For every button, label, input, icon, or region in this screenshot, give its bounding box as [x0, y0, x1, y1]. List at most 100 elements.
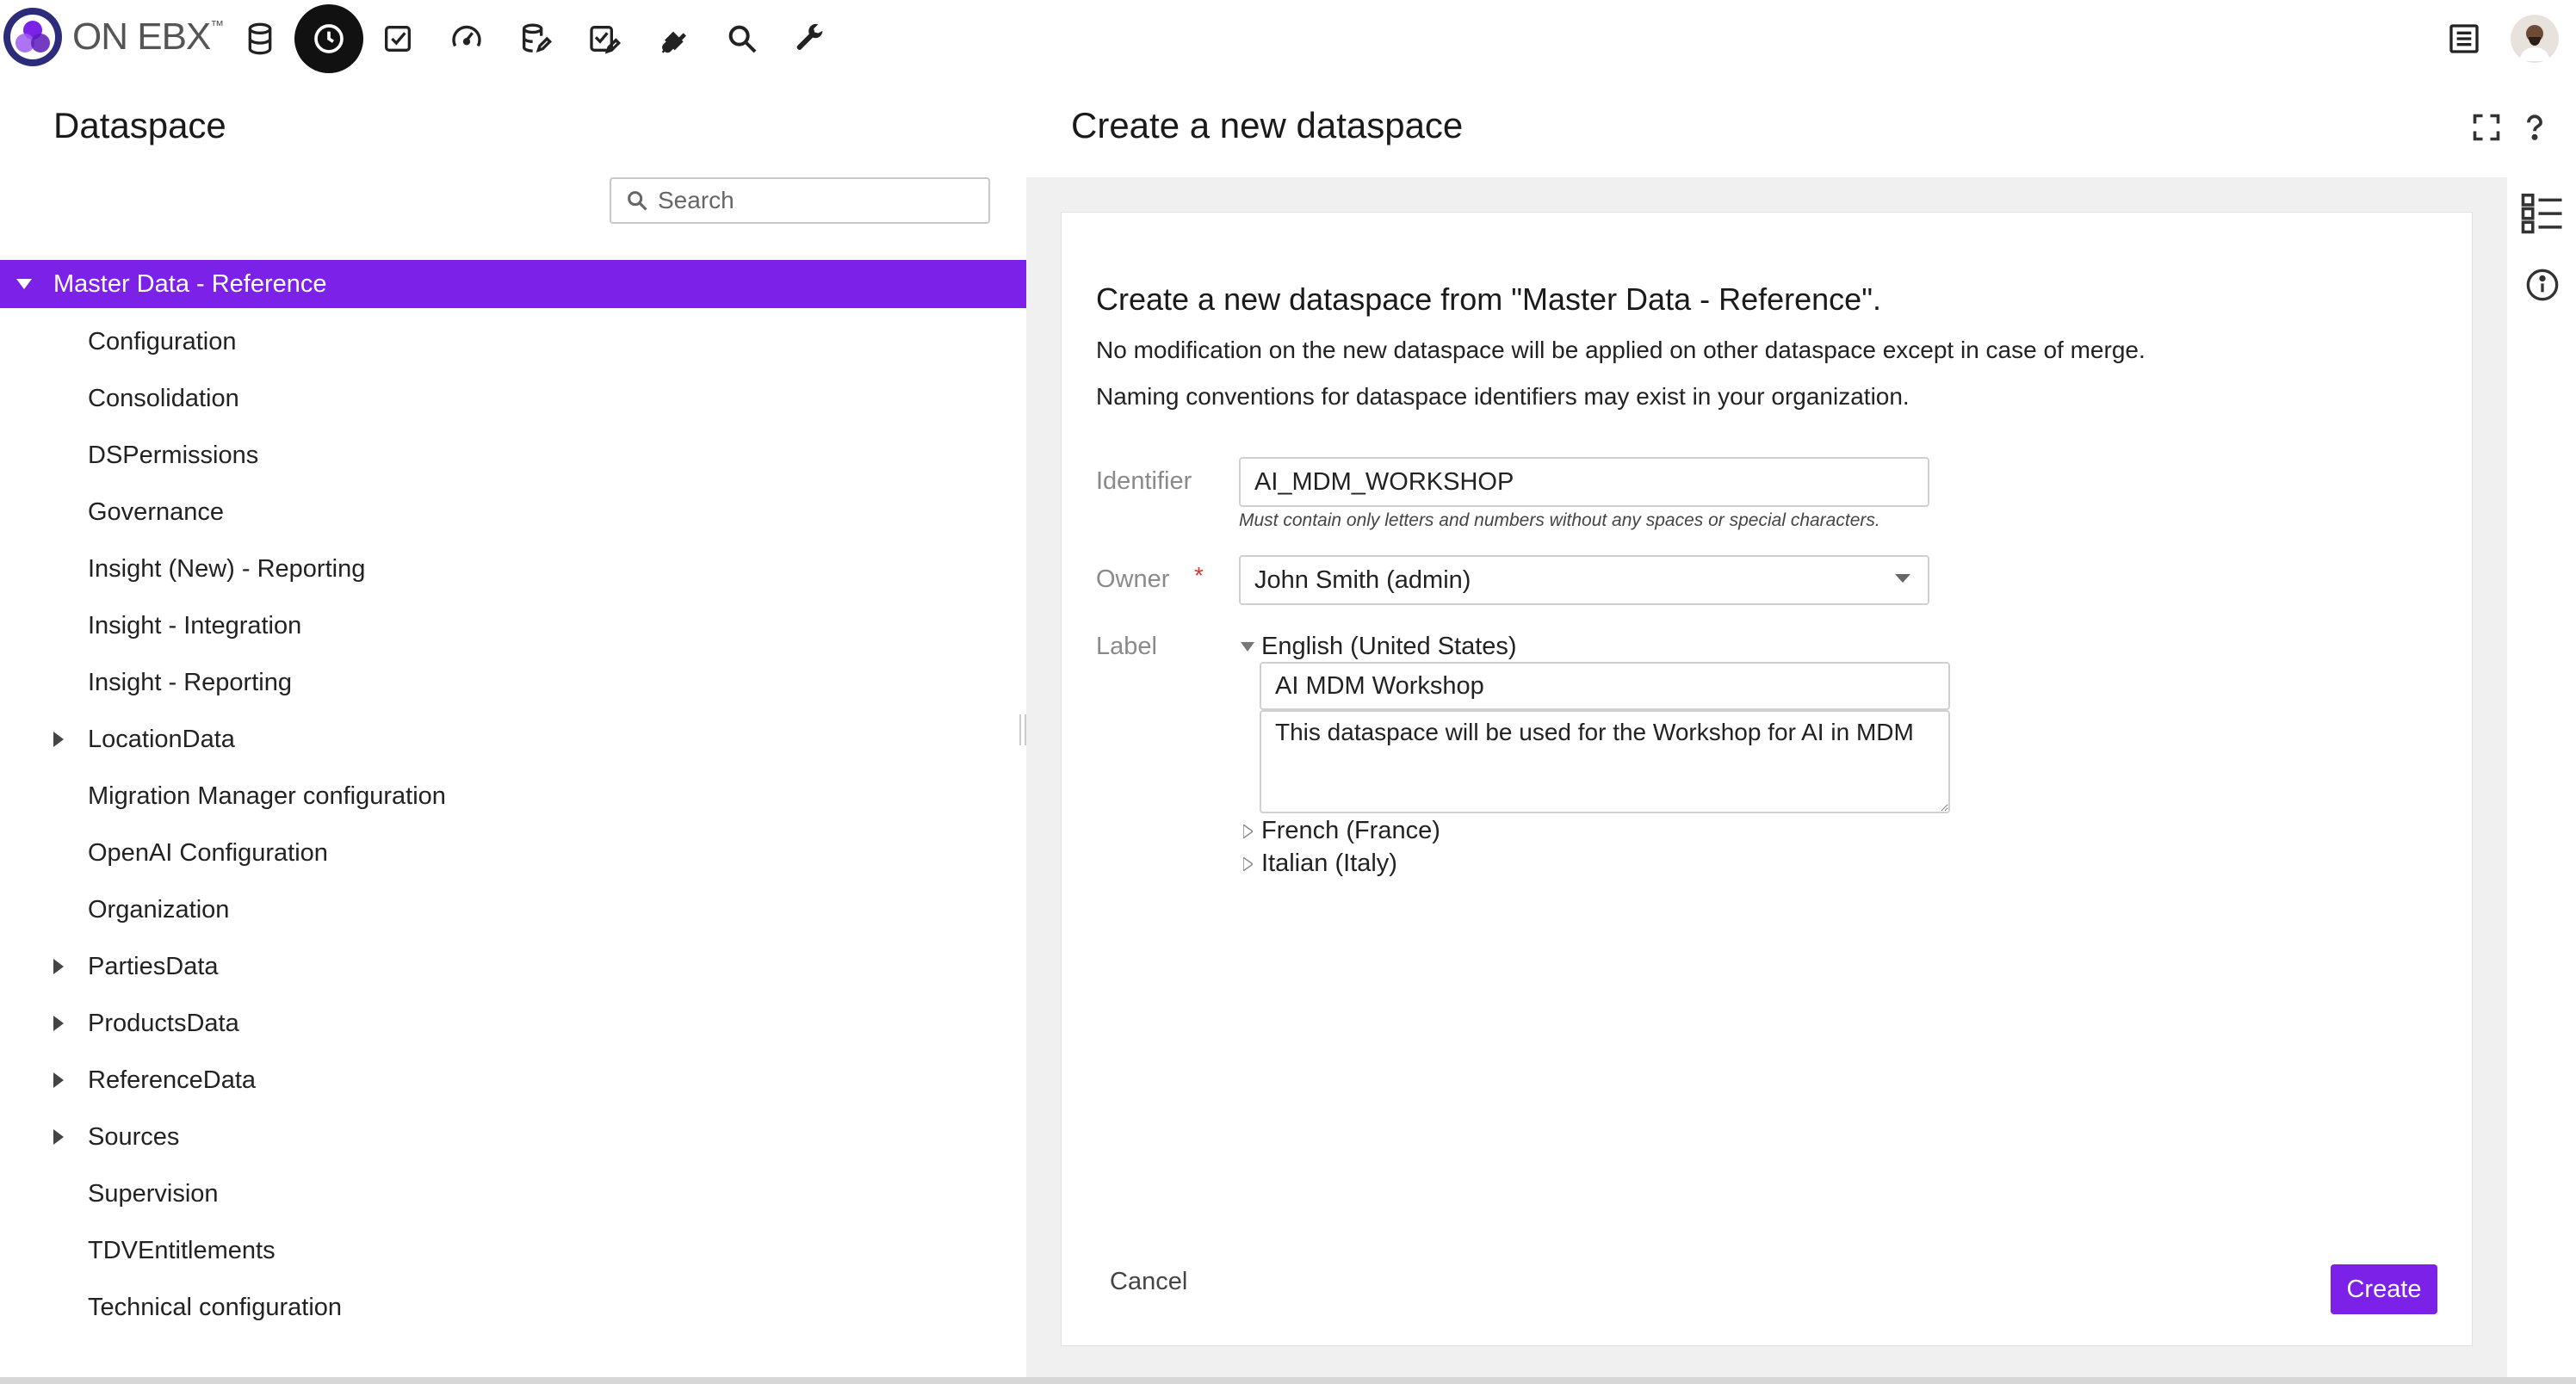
search-nav-button[interactable] [708, 4, 777, 73]
dataspace-panel-title: Dataspace [53, 105, 226, 145]
tree-item-label: Organization [88, 895, 230, 924]
checkbox-icon [385, 26, 411, 52]
tree-item-label: Technical configuration [88, 1293, 343, 1321]
pane-splitter-handle[interactable] [1019, 714, 1026, 745]
tree-item-label: Insight (New) - Reporting [88, 554, 366, 583]
create-button[interactable]: Create [2331, 1264, 2437, 1314]
tree-item-label: PartiesData [88, 952, 219, 980]
gauge-icon [452, 25, 481, 47]
tree-item-label: Insight - Integration [88, 611, 302, 639]
tree-item[interactable]: Migration Manager configuration [0, 768, 1026, 825]
owner-label: Owner [1096, 565, 1170, 593]
language-label: Italian (Italy) [1261, 850, 1397, 877]
tree-item-master-data-reference[interactable]: Master Data - Reference [0, 260, 1026, 308]
tree-item-label: Migration Manager configuration [88, 782, 446, 810]
main-nav [226, 0, 845, 77]
info-icon [2526, 269, 2559, 301]
tree-item-label: Governance [88, 497, 224, 526]
tree-item[interactable]: DSPermissions [0, 427, 1026, 484]
outline-list-icon [2521, 193, 2562, 234]
expand-triangle-icon[interactable] [48, 1070, 69, 1091]
tree-item[interactable]: PartiesData [0, 938, 1026, 995]
tree-item[interactable]: Organization [0, 881, 1026, 938]
search-icon [628, 191, 647, 211]
user-avatar-icon [2511, 15, 2559, 63]
dataspace-tree: Master Data - Reference Configuration Co… [0, 260, 1026, 1336]
tree-item-label: Configuration [88, 327, 237, 355]
language-label: English (United States) [1261, 633, 1517, 660]
fullscreen-button[interactable] [2469, 110, 2504, 145]
data-models-nav-button[interactable] [501, 4, 570, 73]
language-italian[interactable]: Italian (Italy) [1239, 850, 1397, 878]
database-icon [248, 22, 272, 55]
form-heading: Create a new dataspace from "Master Data… [1096, 281, 1881, 317]
tree-item[interactable]: Consolidation [0, 370, 1026, 427]
plug-icon [661, 24, 686, 53]
tree-item[interactable]: Configuration [0, 313, 1026, 370]
clock-icon [314, 24, 344, 53]
owner-select[interactable]: John Smith (admin) [1239, 555, 1929, 605]
tree-item[interactable]: Insight (New) - Reporting [0, 541, 1026, 597]
logo-text: ON EBX™ [72, 15, 224, 58]
page-title: Create a new dataspace [1071, 105, 1464, 145]
language-french[interactable]: French (France) [1239, 817, 1440, 845]
tree-item[interactable]: OpenAI Configuration [0, 825, 1026, 881]
tree-item[interactable]: ReferenceData [0, 1052, 1026, 1109]
search-icon [728, 25, 757, 53]
expand-triangle-icon[interactable] [48, 729, 69, 750]
form-info-naming: Naming conventions for dataspace identif… [1096, 383, 1910, 410]
wrench-icon [796, 23, 823, 50]
dashboard-nav-button[interactable] [432, 4, 501, 73]
tasks-nav-button[interactable] [363, 4, 432, 73]
tree-item[interactable]: Sources [0, 1109, 1026, 1165]
expand-triangle-icon[interactable] [1239, 823, 1256, 840]
label-input-english[interactable] [1260, 662, 1950, 710]
language-english[interactable]: English (United States) [1239, 633, 1517, 661]
trademark: ™ [210, 19, 224, 34]
dataspace-search[interactable] [610, 177, 990, 224]
administration-nav-button[interactable] [777, 4, 845, 73]
identifier-label: Identifier [1096, 467, 1192, 495]
collapse-triangle-icon[interactable] [1239, 639, 1256, 656]
outline-button[interactable] [2519, 189, 2566, 236]
search-input[interactable] [656, 186, 969, 215]
info-button[interactable] [2519, 262, 2566, 308]
tree-item[interactable]: TDVEntitlements [0, 1222, 1026, 1279]
task-list-button[interactable] [2433, 8, 2495, 70]
tree-item-label: ReferenceData [88, 1066, 257, 1094]
tree-item[interactable]: Insight - Reporting [0, 654, 1026, 711]
tree-item-label: Insight - Reporting [88, 668, 292, 696]
collapse-triangle-icon[interactable] [14, 274, 34, 294]
expand-triangle-icon[interactable] [48, 1127, 69, 1147]
checklist-edit-icon [590, 26, 622, 54]
tree-item[interactable]: ProductsData [0, 995, 1026, 1052]
user-avatar[interactable] [2511, 15, 2559, 63]
language-label: French (France) [1261, 817, 1440, 844]
workflow-nav-button[interactable] [570, 4, 639, 73]
tree-item-label: Supervision [88, 1179, 219, 1208]
tree-item[interactable]: LocationData [0, 711, 1026, 768]
create-dataspace-form: Create a new dataspace from "Master Data… [1061, 212, 2473, 1346]
tree-item-label: OpenAI Configuration [88, 838, 328, 867]
integration-nav-button[interactable] [639, 4, 708, 73]
expand-triangle-icon[interactable] [48, 956, 69, 977]
logo[interactable]: ON EBX™ [0, 4, 224, 70]
dataspaces-nav-button[interactable] [226, 4, 294, 73]
history-nav-button[interactable] [294, 4, 363, 73]
tree-item[interactable]: Governance [0, 484, 1026, 541]
side-rail [2507, 177, 2576, 1384]
tree-item-label: ProductsData [88, 1009, 239, 1037]
tree-item[interactable]: Supervision [0, 1165, 1026, 1222]
identifier-input[interactable] [1239, 457, 1929, 507]
expand-triangle-icon[interactable] [48, 1013, 69, 1034]
tree-item-label: Sources [88, 1122, 180, 1151]
tree-item[interactable]: Technical configuration [0, 1279, 1026, 1336]
help-button[interactable] [2517, 110, 2552, 145]
tree-item-label: DSPermissions [88, 441, 259, 469]
description-textarea-english[interactable]: This dataspace will be used for the Work… [1260, 710, 1950, 813]
cancel-button[interactable]: Cancel [1110, 1268, 1187, 1296]
tree-item[interactable]: Insight - Integration [0, 597, 1026, 654]
chevron-down-icon [1895, 574, 1910, 583]
expand-triangle-icon[interactable] [1239, 856, 1256, 873]
top-bar: ON EBX™ [0, 0, 2576, 77]
